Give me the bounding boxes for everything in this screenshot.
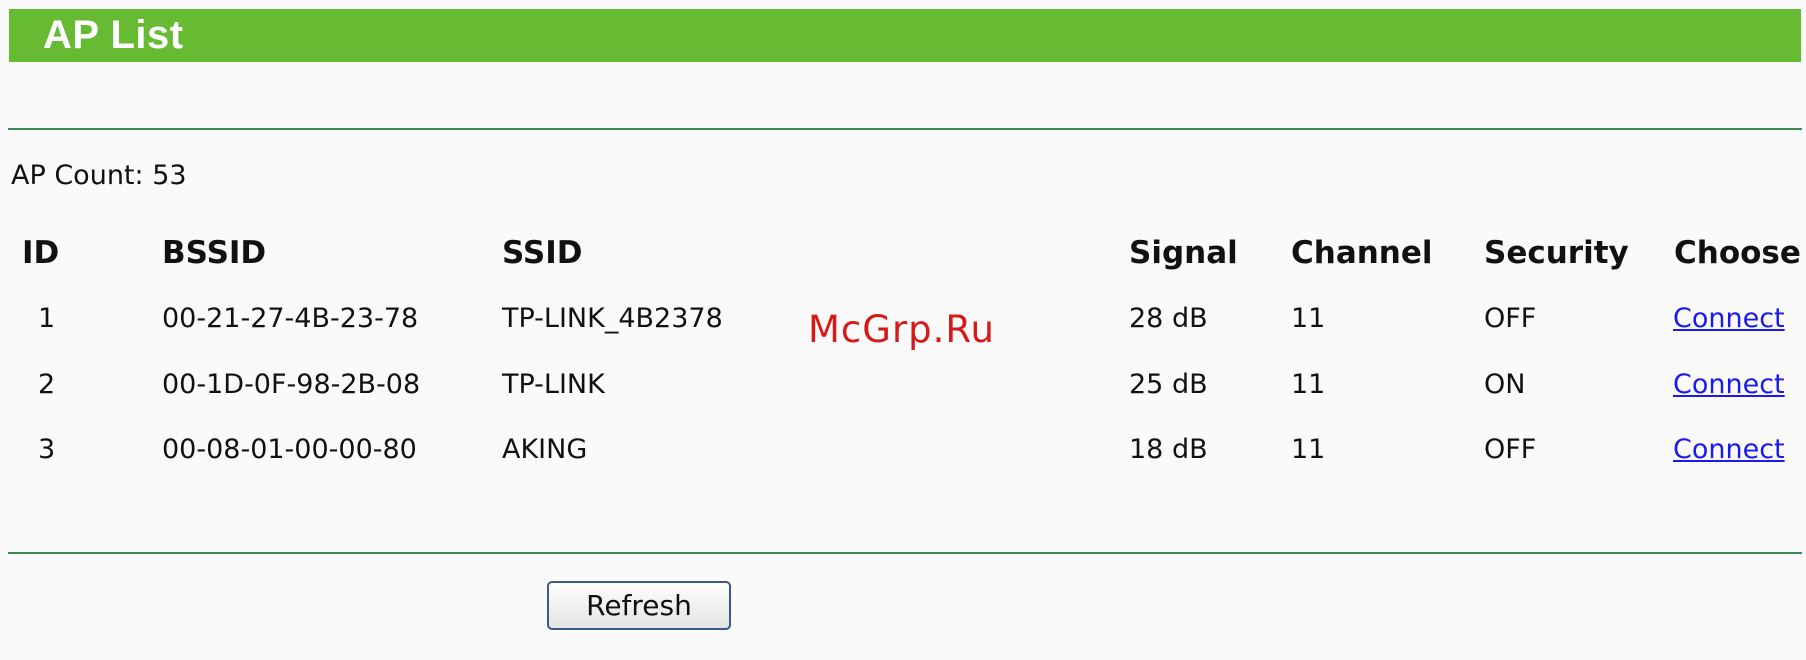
row-bssid: 00-08-01-00-00-80 <box>162 434 417 465</box>
bottom-divider <box>8 552 1802 554</box>
row-signal: 25 dB <box>1129 369 1208 400</box>
column-header-security: Security <box>1484 235 1629 271</box>
row-ssid: TP-LINK <box>502 369 605 400</box>
row-bssid: 00-1D-0F-98-2B-08 <box>162 369 421 400</box>
column-header-signal: Signal <box>1129 235 1238 271</box>
ap-count: AP Count: 53 <box>11 160 187 191</box>
row-bssid: 00-21-27-4B-23-78 <box>162 303 419 334</box>
column-header-bssid: BSSID <box>162 235 267 271</box>
connect-link[interactable]: Connect <box>1673 436 1785 463</box>
refresh-button[interactable]: Refresh <box>547 581 731 630</box>
row-signal: 18 dB <box>1129 434 1208 465</box>
row-channel: 11 <box>1291 369 1326 400</box>
row-ssid: TP-LINK_4B2378 <box>502 303 723 334</box>
connect-link[interactable]: Connect <box>1673 371 1785 398</box>
row-security: ON <box>1484 369 1526 400</box>
column-header-choose: Choose <box>1674 235 1801 271</box>
row-id: 3 <box>38 434 56 465</box>
column-header-channel: Channel <box>1291 235 1433 271</box>
ap-count-label: AP Count: <box>11 160 144 191</box>
top-divider <box>8 128 1802 130</box>
row-security: OFF <box>1484 434 1537 465</box>
row-signal: 28 dB <box>1129 303 1208 334</box>
column-header-ssid: SSID <box>502 235 583 271</box>
row-ssid: AKING <box>502 434 588 465</box>
page-title: AP List <box>43 13 184 57</box>
title-bar: AP List <box>9 9 1801 62</box>
watermark-text: McGrp.Ru <box>808 308 995 351</box>
row-channel: 11 <box>1291 434 1326 465</box>
row-id: 1 <box>38 303 56 334</box>
row-security: OFF <box>1484 303 1537 334</box>
row-id: 2 <box>38 369 56 400</box>
connect-link[interactable]: Connect <box>1673 305 1785 332</box>
column-header-id: ID <box>22 235 60 271</box>
ap-count-value: 53 <box>152 160 187 191</box>
row-channel: 11 <box>1291 303 1326 334</box>
